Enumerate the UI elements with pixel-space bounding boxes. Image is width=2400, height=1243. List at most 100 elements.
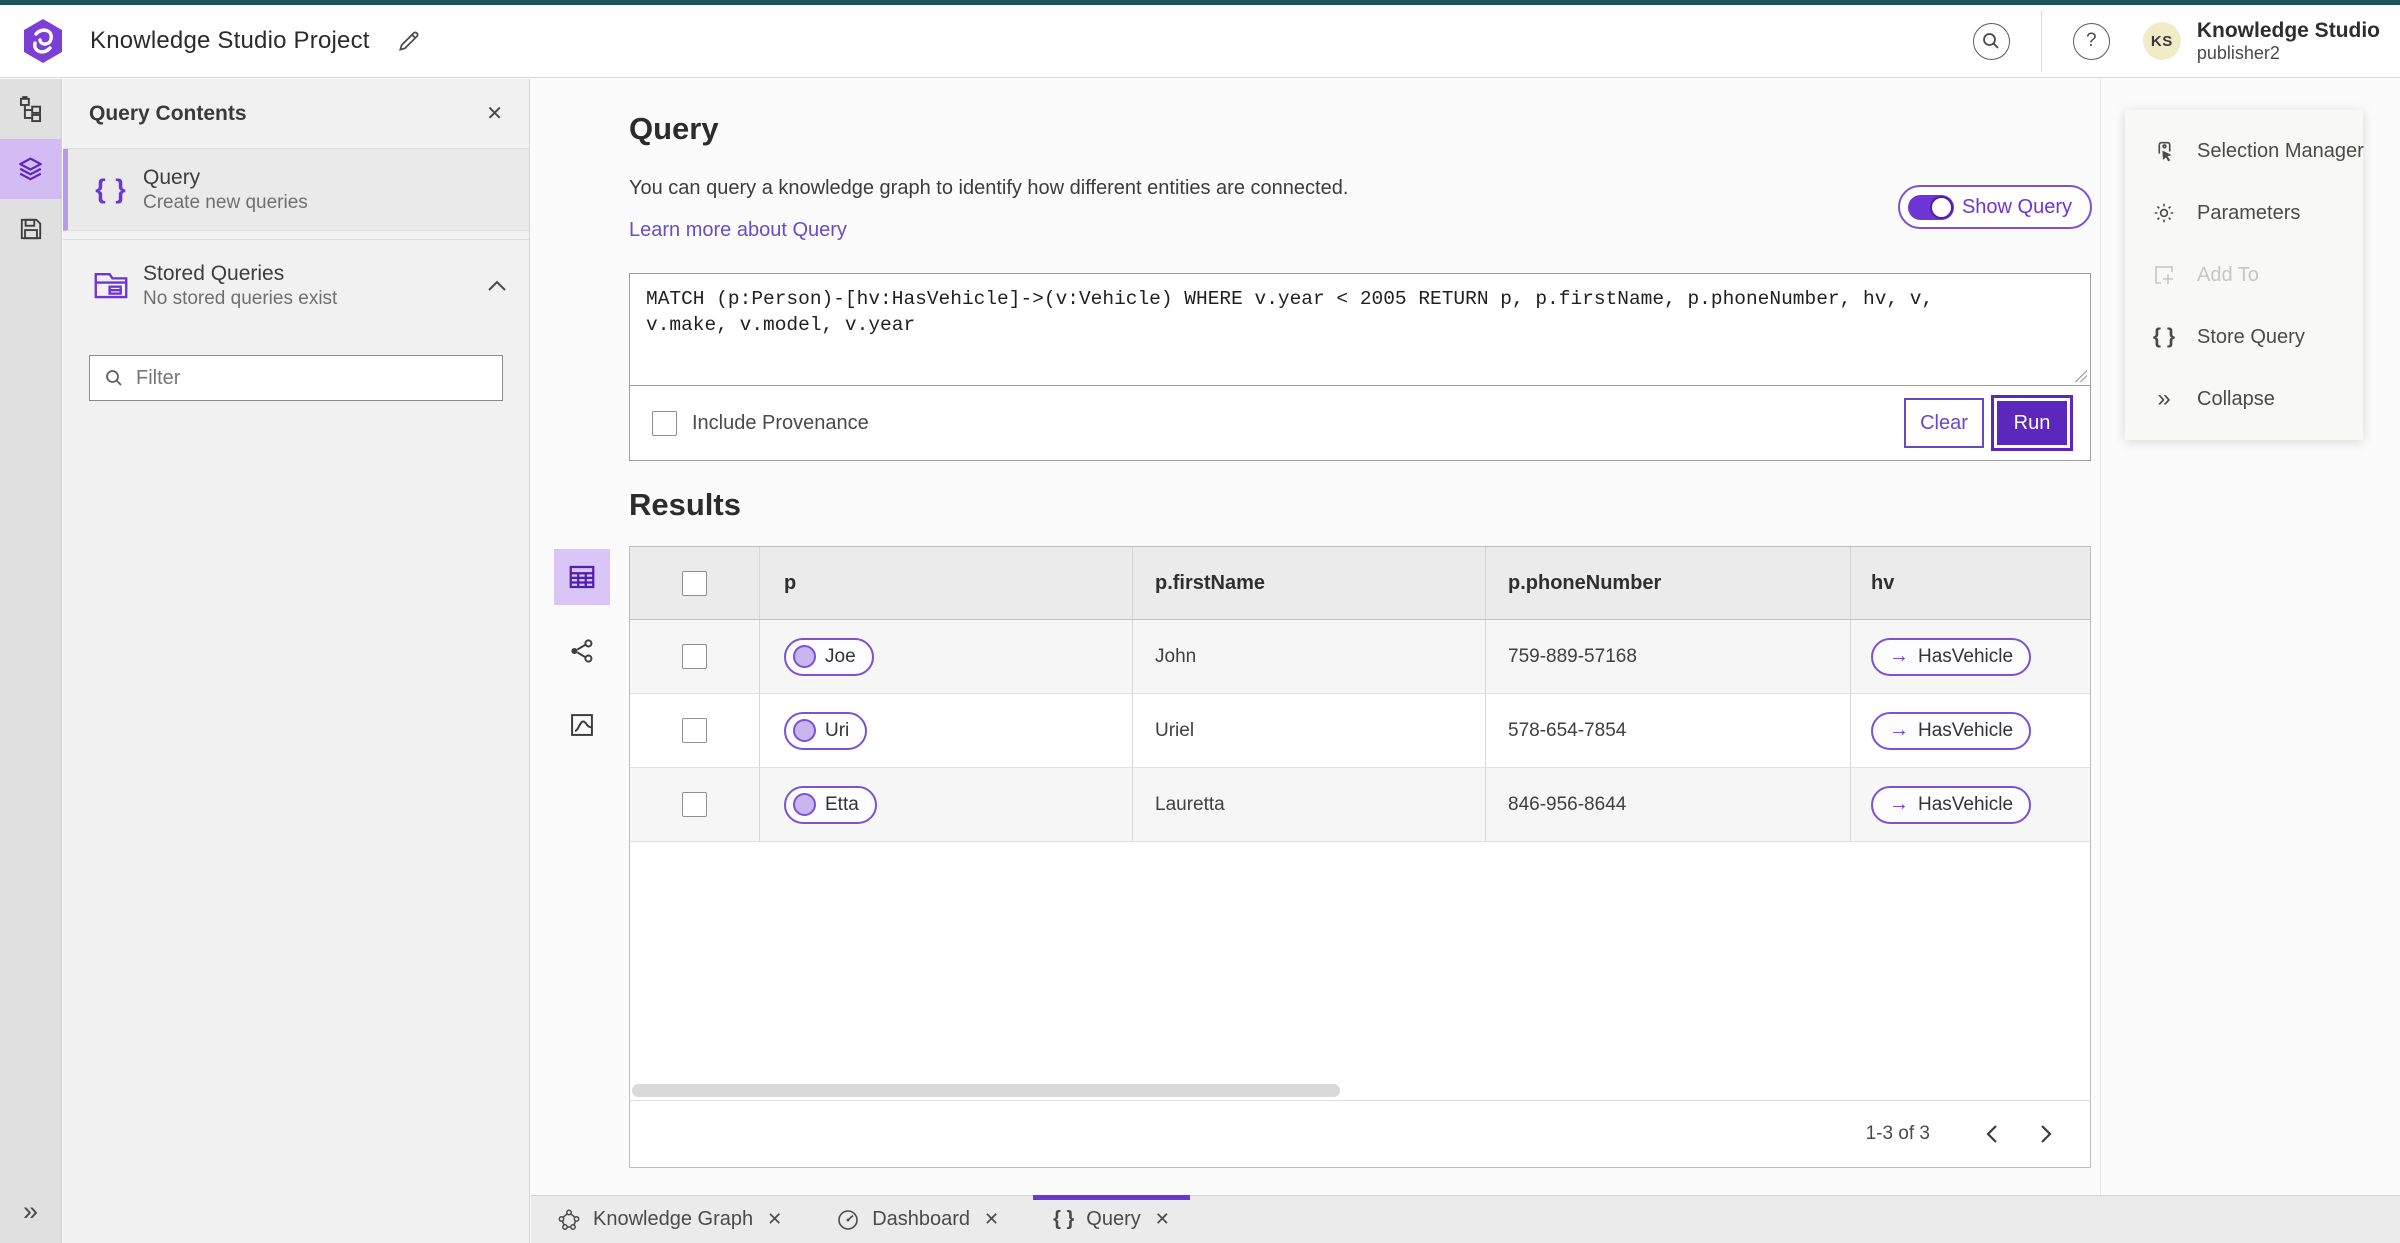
query-item-description: Create new queries: [143, 191, 308, 213]
selection-manager-item[interactable]: Selection Manager: [2125, 120, 2364, 182]
node-icon: [793, 645, 816, 668]
pagination-bar: 1-3 of 3: [630, 1100, 2090, 1167]
project-structure-icon[interactable]: [0, 79, 61, 139]
column-header-hv[interactable]: hv: [1871, 572, 1894, 595]
node-icon: [793, 793, 816, 816]
results-title: Results: [629, 487, 741, 522]
entity-pill[interactable]: Uri: [784, 711, 868, 750]
collapse-item[interactable]: » Collapse: [2125, 368, 2363, 430]
entity-pill[interactable]: Joe: [784, 637, 874, 676]
table-empty-area: [630, 842, 2090, 1081]
tab-dashboard[interactable]: Dashboard ✕: [816, 1196, 1019, 1243]
double-chevron-right-icon: »: [2157, 385, 2171, 412]
run-button[interactable]: Run: [1991, 395, 2073, 451]
row-checkbox[interactable]: [682, 718, 707, 743]
knowledge-graph-icon: [557, 1208, 581, 1232]
clear-button[interactable]: Clear: [1904, 398, 1984, 448]
learn-more-link[interactable]: Learn more about Query: [629, 219, 847, 242]
tab-close-icon[interactable]: ✕: [1155, 1209, 1170, 1230]
show-query-label: Show Query: [1961, 195, 2072, 218]
table-row: Etta Lauretta 846-956-8644 → HasVehicle: [630, 768, 2090, 842]
filter-input[interactable]: [136, 366, 488, 390]
resize-grip-icon[interactable]: [2074, 369, 2087, 382]
layers-icon[interactable]: [0, 139, 61, 199]
search-icon[interactable]: [1972, 22, 2010, 60]
tab-close-icon[interactable]: ✕: [767, 1209, 782, 1230]
app-header: Knowledge Studio Project ? KS Knowledge …: [0, 5, 2400, 78]
add-to-item: Add To: [2125, 244, 2363, 306]
braces-icon: { }: [95, 174, 127, 204]
chart-view-icon[interactable]: [554, 697, 610, 753]
query-editor-footer: Include Provenance Clear Run: [630, 386, 2090, 460]
parameters-item[interactable]: Parameters: [2125, 182, 2363, 244]
previous-page-icon[interactable]: [1974, 1116, 2010, 1152]
stored-queries-label: Stored Queries: [143, 261, 285, 285]
select-all-checkbox[interactable]: [682, 570, 707, 596]
column-header-firstname[interactable]: p.firstName: [1155, 572, 1265, 595]
add-to-icon: [2151, 263, 2177, 287]
query-item-label: Query: [143, 165, 201, 189]
relation-pill[interactable]: → HasVehicle: [1871, 711, 2032, 750]
cell-firstname: Lauretta: [1155, 793, 1225, 815]
stored-queries-description: No stored queries exist: [143, 287, 338, 309]
include-provenance-label: Include Provenance: [692, 411, 869, 434]
results-view-switcher: [553, 549, 611, 753]
next-page-icon[interactable]: [2028, 1116, 2064, 1152]
filter-field: [89, 355, 503, 401]
chevron-up-icon[interactable]: [487, 280, 507, 292]
relation-pill[interactable]: → HasVehicle: [1871, 637, 2032, 676]
save-icon[interactable]: [0, 199, 61, 259]
show-query-toggle[interactable]: Show Query: [1897, 185, 2092, 229]
expand-panel-icon[interactable]: »: [0, 1179, 61, 1243]
table-view-icon[interactable]: [554, 549, 610, 605]
help-icon[interactable]: ?: [2072, 22, 2110, 60]
query-tools-panel: Selection Manager Parameters Add To { }: [2125, 110, 2364, 440]
scrollbar-thumb[interactable]: [632, 1084, 1340, 1097]
tab-close-icon[interactable]: ✕: [984, 1209, 999, 1230]
panel-header: Query Contents ✕: [63, 79, 529, 149]
toggle-on-icon[interactable]: [1907, 194, 1954, 220]
avatar[interactable]: KS: [2142, 22, 2181, 60]
user-name: Knowledge Studio: [2196, 19, 2380, 43]
cell-firstname: Uriel: [1155, 719, 1195, 741]
relation-pill[interactable]: → HasVehicle: [1871, 785, 2032, 824]
column-header-p[interactable]: p: [784, 572, 796, 595]
tab-query[interactable]: { } Query ✕: [1033, 1195, 1190, 1243]
braces-icon: { }: [1053, 1208, 1075, 1230]
include-provenance-checkbox[interactable]: [652, 410, 677, 436]
close-icon[interactable]: ✕: [486, 101, 503, 126]
header-divider: [2040, 10, 2042, 72]
rail-spacer: [0, 259, 61, 1179]
header-actions: ? KS Knowledge Studio publisher2: [1972, 10, 2380, 72]
edit-title-icon[interactable]: [396, 28, 422, 54]
row-checkbox[interactable]: [682, 792, 707, 817]
panel-title: Query Contents: [89, 101, 247, 125]
knowledge-studio-app: Knowledge Studio Project ? KS Knowledge …: [0, 0, 2400, 1243]
cell-phonenumber: 846-956-8644: [1508, 793, 1627, 815]
panel-item-query[interactable]: { } Query Create new queries: [63, 149, 529, 231]
tab-knowledge-graph[interactable]: Knowledge Graph ✕: [537, 1196, 802, 1243]
relation-arrow-icon: →: [1889, 719, 1909, 741]
entity-pill[interactable]: Etta: [784, 785, 877, 824]
row-checkbox[interactable]: [682, 644, 707, 669]
graph-view-icon[interactable]: [554, 623, 610, 679]
query-code-area: MATCH (p:Person)-[hv:HasVehicle]->(v:Veh…: [630, 274, 2090, 386]
table-header-row: p p.firstName p.phoneNumber hv: [630, 547, 2090, 620]
table-row: Joe John 759-889-57168 → HasVehicle: [630, 620, 2090, 694]
relation-arrow-icon: →: [1889, 645, 1909, 667]
left-icon-rail: »: [0, 79, 62, 1243]
folder-icon: [85, 270, 137, 302]
selection-manager-icon: [2151, 139, 2177, 164]
pagination-label: 1-3 of 3: [1865, 1123, 1930, 1144]
main-content: Query You can query a knowledge graph to…: [531, 79, 2400, 1195]
cell-phonenumber: 759-889-57168: [1508, 645, 1637, 667]
query-editor[interactable]: MATCH (p:Person)-[hv:HasVehicle]->(v:Veh…: [646, 287, 1991, 338]
panel-item-stored-queries[interactable]: Stored Queries No stored queries exist: [63, 239, 529, 331]
user-block: Knowledge Studio publisher2: [2197, 19, 2380, 63]
column-header-phonenumber[interactable]: p.phoneNumber: [1508, 572, 1661, 595]
cell-phonenumber: 578-654-7854: [1508, 719, 1627, 741]
dashboard-gauge-icon: [836, 1208, 860, 1232]
query-contents-panel: Query Contents ✕ { } Query Create new qu…: [63, 79, 530, 1243]
store-query-item[interactable]: { } Store Query: [2125, 306, 2363, 368]
node-icon: [793, 719, 816, 742]
